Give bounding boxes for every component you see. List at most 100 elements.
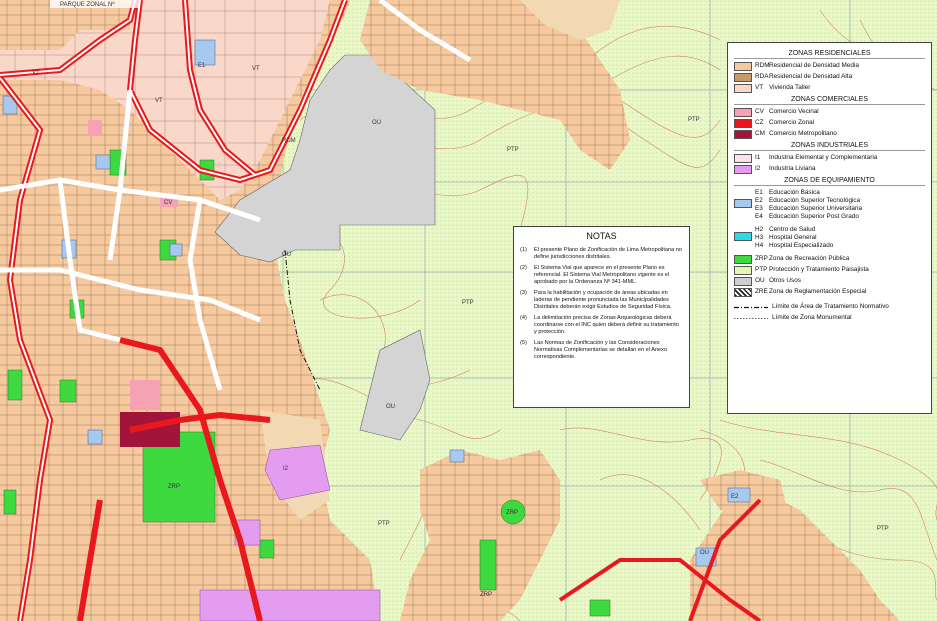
swatch-education — [734, 199, 752, 208]
legend-labels: Educación Básica Educación Superior Tecn… — [769, 189, 862, 221]
legend-code: E3 — [755, 205, 763, 212]
legend-item-health: H2 H3 H4 Centro de Salud Hospital Genera… — [734, 226, 925, 250]
legend-item-i2: I2 Industria Liviana — [734, 165, 925, 174]
legend-code: ZRE — [755, 288, 768, 295]
label-e1: E1 — [198, 63, 206, 69]
legend-label: Industria Elemental y Complementaria — [769, 154, 878, 161]
legend-label: Hospital Especializado — [769, 242, 834, 249]
legend-code: E1 — [755, 189, 763, 196]
note-text: El presente Plano de Zonificación de Lim… — [534, 247, 683, 260]
legend-item-zre: ZRE Zona de Reglamentación Especial — [734, 288, 925, 297]
label-ou-1: OU — [372, 120, 381, 126]
legend-code: ZRP — [755, 255, 768, 262]
note-text: El Sistema Vial que aparece en el presen… — [534, 265, 670, 285]
legend-code: OU — [755, 277, 765, 284]
legend-label: Educación Superior Universitaria — [769, 205, 863, 212]
swatch-health — [734, 232, 752, 241]
legend-code: CM — [755, 130, 765, 137]
label-zrp-2: ZRP — [506, 510, 518, 516]
legend-code: E4 — [755, 213, 763, 220]
swatch-cv — [734, 108, 752, 117]
legend-label: Educación Superior Tecnológica — [769, 197, 861, 204]
note-text: Las Normas de Zonificación y las Conside… — [534, 340, 668, 360]
swatch-i1 — [734, 154, 752, 163]
legend-label: Educación Superior Post Grado — [769, 213, 859, 220]
label-e2: E2 — [731, 494, 739, 500]
note-number: (5) — [520, 340, 527, 346]
label-rdm: RDM — [282, 138, 296, 144]
legend-label: Industria Liviana — [769, 165, 816, 172]
legend-code: CZ — [755, 119, 764, 126]
legend-item-cm: CM Comercio Metropolitano — [734, 130, 925, 139]
swatch-ptp — [734, 266, 752, 275]
legend-label: Zona de Reglamentación Especial — [769, 288, 867, 295]
legend-item-cv: CV Comercio Vecinal — [734, 108, 925, 117]
legend-panel: ZONAS RESIDENCIALES RDM Residencial de D… — [727, 42, 932, 414]
dash-dot-line-icon — [734, 303, 768, 312]
label-ptp-1: PTP — [688, 117, 700, 123]
legend-code: RDA — [755, 73, 769, 80]
legend-label: Residencial de Densidad Alta — [769, 73, 853, 80]
label-ptp-4: PTP — [877, 526, 889, 532]
label-vt-2: VT — [155, 98, 163, 104]
label-zrp-3: ZRP — [480, 592, 492, 598]
swatch-rda — [734, 73, 752, 82]
notes-panel: NOTAS (1) El presente Plano de Zonificac… — [513, 226, 690, 408]
legend-code: RDM — [755, 62, 770, 69]
label-ou-2: OU — [282, 252, 291, 258]
note-number: (4) — [520, 315, 527, 321]
legend-codes: H2 H3 H4 — [755, 226, 769, 250]
label-ptp-2: PTP — [507, 147, 519, 153]
legend-label: Límite de Zona Monumental — [772, 314, 852, 321]
legend-codes: E1 E2 E3 E4 — [755, 189, 769, 221]
swatch-i2 — [734, 165, 752, 174]
label-ou-3: OU — [386, 404, 395, 410]
legend-code: I1 — [755, 154, 761, 161]
legend-item-zrp: ZRP Zona de Recreación Pública — [734, 255, 925, 264]
note-number: (3) — [520, 290, 527, 296]
notes-title: NOTAS — [586, 231, 617, 241]
legend-label: Residencial de Densidad Media — [769, 62, 859, 69]
legend-item-ou: OU Otros Usos — [734, 277, 925, 286]
swatch-zrp — [734, 255, 752, 264]
legend-title-industrial: ZONAS INDUSTRIALES — [734, 142, 925, 151]
label-ou-4: OU — [700, 550, 709, 556]
note-number: (1) — [520, 247, 527, 253]
legend-code: CV — [755, 108, 764, 115]
legend-title-commercial: ZONAS COMERCIALES — [734, 96, 925, 105]
swatch-rdm — [734, 62, 752, 71]
legend-label: Comercio Metropolitano — [769, 130, 837, 137]
label-zrp-1: ZRP — [168, 484, 180, 490]
legend-title-equipment: ZONAS DE EQUIPAMIENTO — [734, 177, 925, 186]
legend-label: Límite de Área de Tratamiento Normativo — [772, 303, 889, 310]
note-item: (5) Las Normas de Zonificación y las Con… — [520, 340, 683, 361]
note-item: (2) El Sistema Vial que aparece en el pr… — [520, 265, 683, 286]
legend-labels: Centro de Salud Hospital General Hospita… — [769, 226, 833, 250]
legend-label: Zona de Recreación Pública — [769, 255, 850, 262]
label-ptp-3: PTP — [462, 300, 474, 306]
note-number: (2) — [520, 265, 527, 271]
note-item: (4) La delimitación precisa de Zonas Arq… — [520, 315, 683, 336]
legend-item-i1: I1 Industria Elemental y Complementaria — [734, 154, 925, 163]
note-text: La delimitación precisa de Zonas Arqueol… — [534, 315, 679, 335]
note-text: Para la habilitación y ocupación de área… — [534, 290, 672, 310]
legend-item-education: E1 E2 E3 E4 Educación Básica Educación S… — [734, 189, 925, 221]
legend-line-treatment: Límite de Área de Tratamiento Normativo — [734, 303, 925, 312]
legend-code: H2 — [755, 226, 764, 233]
legend-label: Comercio Vecinal — [769, 108, 819, 115]
legend-code: E2 — [755, 197, 763, 204]
legend-label: Protección y Tratamiento Paisajista — [769, 266, 869, 273]
legend-item-cz: CZ Comercio Zonal — [734, 119, 925, 128]
legend-code: I2 — [755, 165, 761, 172]
label-vt-1: VT — [32, 70, 40, 76]
legend-code: VT — [755, 84, 764, 91]
legend-label: Centro de Salud — [769, 226, 816, 233]
legend-code: H3 — [755, 234, 764, 241]
swatch-cm — [734, 130, 752, 139]
legend-label: Hospital General — [769, 234, 817, 241]
top-label: PARQUE ZONAL Nº — [60, 1, 115, 8]
note-item: (3) Para la habilitación y ocupación de … — [520, 290, 683, 311]
legend-item-rdm: RDM Residencial de Densidad Media — [734, 62, 925, 71]
legend-item-ptp: PTP Protección y Tratamiento Paisajista — [734, 266, 925, 275]
legend-item-rda: RDA Residencial de Densidad Alta — [734, 73, 925, 82]
